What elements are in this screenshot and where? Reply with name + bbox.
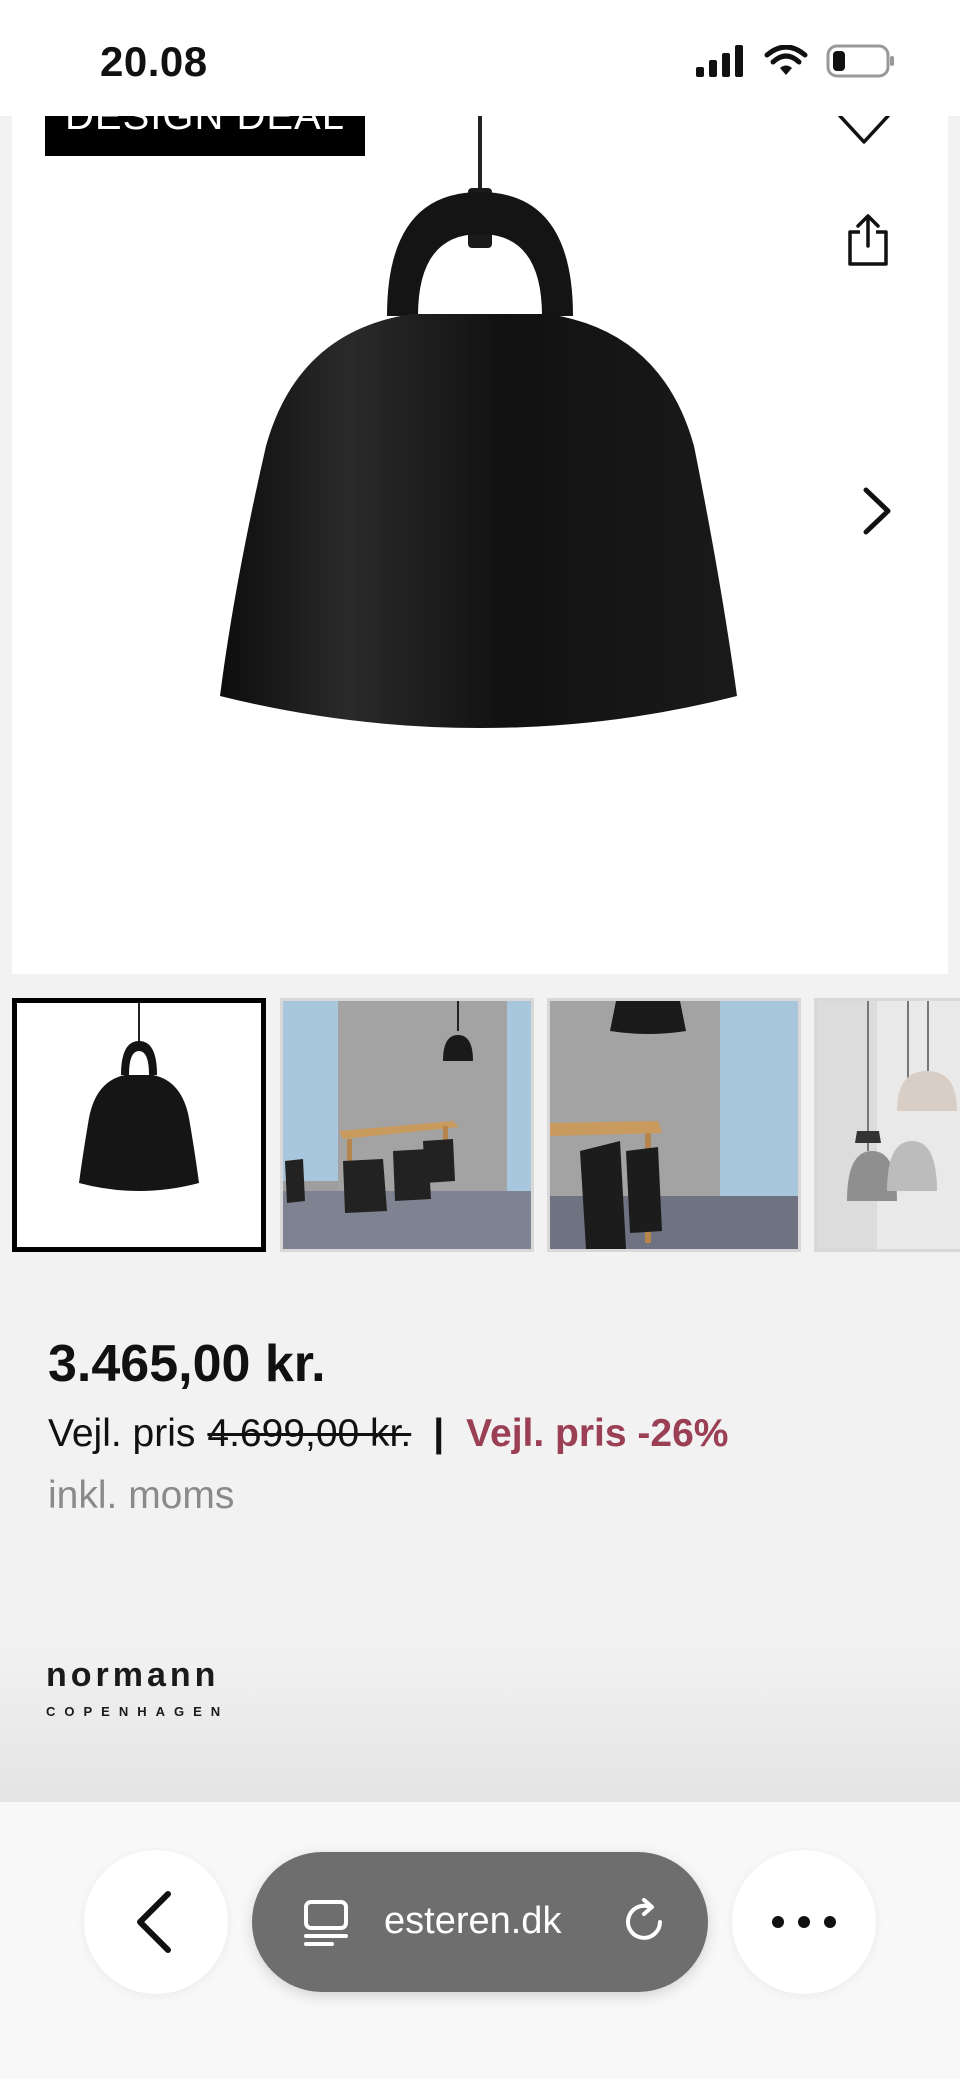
brand-name: normann: [46, 1656, 220, 1694]
url-text: esteren.dk: [384, 1900, 562, 1942]
browser-toolbar: esteren.dk: [0, 1802, 960, 2079]
thumbnail-strip: [12, 998, 960, 1252]
favorite-icon: [837, 116, 891, 144]
thumbnail-2[interactable]: [280, 998, 534, 1252]
product-image-lamp: [220, 116, 737, 728]
design-deal-badge: DESIGN DEAL: [45, 116, 365, 156]
vat-note: inkl. moms: [48, 1474, 235, 1517]
price-comparison: Vejl. pris 4.699,00 kr. | Vejl. pris -26…: [48, 1412, 728, 1456]
thumbnail-3[interactable]: [547, 998, 801, 1252]
thumbnail-lamp-image: [17, 1003, 261, 1247]
thumbnail-4[interactable]: [814, 998, 960, 1252]
product-price: 3.465,00 kr.: [48, 1335, 326, 1393]
brand-subtitle: COPENHAGEN: [46, 1704, 230, 1719]
back-button[interactable]: [84, 1850, 228, 1994]
thumbnail-dining-closeup-image: [550, 1001, 798, 1249]
tabs-icon: [304, 1900, 348, 1946]
battery-icon: [826, 44, 894, 78]
share-icon: [848, 214, 888, 266]
chevron-right-icon: [863, 487, 891, 535]
status-time: 20.08: [100, 38, 208, 85]
share-button[interactable]: [844, 212, 892, 268]
address-bar[interactable]: esteren.dk: [252, 1852, 708, 1992]
wifi-icon: [764, 45, 808, 75]
more-button[interactable]: [732, 1850, 876, 1994]
chevron-left-icon: [137, 1891, 171, 1953]
rrp-price: 4.699,00 kr.: [207, 1412, 412, 1455]
price-separator: |: [433, 1412, 445, 1455]
signal-icon: [696, 45, 743, 77]
status-icons: [696, 44, 896, 78]
thumbnail-dining-image: [283, 1001, 531, 1249]
thumbnail-1[interactable]: [12, 998, 266, 1252]
favorite-button[interactable]: [832, 116, 896, 150]
brand-logo[interactable]: normann COPENHAGEN: [46, 1658, 229, 1719]
next-image-button[interactable]: [852, 476, 900, 546]
reload-icon[interactable]: [616, 1894, 672, 1950]
more-icon: [772, 1916, 836, 1928]
product-image-area[interactable]: DESIGN DEAL: [12, 116, 948, 974]
status-bar: 20.08: [0, 0, 960, 116]
rrp-label: Vejl. pris: [48, 1412, 196, 1455]
thumbnail-group-lamps-image: [817, 1001, 960, 1249]
discount-label: Vejl. pris -26%: [466, 1412, 729, 1455]
